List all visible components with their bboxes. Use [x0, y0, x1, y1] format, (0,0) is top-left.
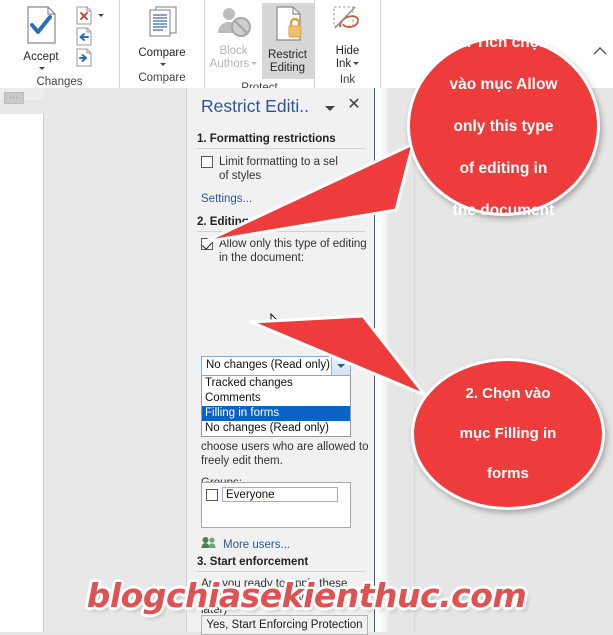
callout-2-bubble: 2. Chọn vào mục Filling in forms: [411, 358, 605, 510]
everyone-checkbox[interactable]: [206, 488, 218, 501]
restrict-editing-label-line1: Restrict: [268, 49, 307, 61]
restrict-editing-label-line2: Editing: [269, 62, 306, 74]
block-authors-label-line2: Authors: [209, 58, 250, 70]
restrict-editing-icon: [270, 5, 306, 47]
callout-1-line-1: 1. Tích chọn: [458, 33, 549, 51]
callout-2-line-2: mục Filling in: [459, 425, 557, 442]
accept-dropdown-caret-icon[interactable]: [37, 64, 45, 73]
start-enforcing-protection-button[interactable]: Yes, Start Enforcing Protection: [201, 615, 368, 635]
dropdown-option-no-changes[interactable]: No changes (Read only): [202, 421, 350, 436]
changes-small-buttons: [75, 3, 104, 67]
collapse-ribbon-chevron-icon[interactable]: [593, 44, 607, 59]
callout-1-bubble: 1. Tích chọn vào mục Allow only this typ…: [407, 34, 600, 219]
exceptions-desc-line2: freely edit them.: [201, 455, 283, 467]
hide-ink-label-line1: Hide: [335, 45, 360, 57]
start-enforcement-heading: 3. Start enforcement: [197, 556, 365, 572]
groups-listbox[interactable]: Everyone: [201, 482, 351, 528]
previous-change-button[interactable]: [75, 26, 104, 46]
compare-button-label: Compare: [138, 47, 186, 59]
callout-2-text: 2. Chọn vào mục Filling in forms: [432, 384, 585, 484]
watermark: blogchiasekienthuc.com: [86, 576, 527, 615]
compare-documents-icon: [145, 5, 179, 45]
callout-1-line-3: only this type: [453, 117, 554, 135]
ribbon-group-compare-title: Compare: [138, 72, 186, 84]
callout-2-tail: [245, 300, 445, 420]
callout-1-text: 1. Tích chọn vào mục Allow only this typ…: [422, 32, 586, 221]
page-title: Restrict Editi..: [201, 96, 309, 116]
restrict-editing-button[interactable]: Restrict Editing: [261, 3, 314, 79]
more-users-link[interactable]: More users...: [201, 536, 290, 554]
hide-ink-icon: [329, 5, 367, 43]
callout-1-line-2: vào mục Allow: [449, 75, 558, 93]
close-icon[interactable]: ✕: [345, 96, 363, 114]
hide-ink-caret-icon: [353, 62, 360, 66]
accept-button-label: Accept: [23, 51, 59, 63]
more-users-label: More users...: [223, 539, 291, 551]
ribbon-group-protect: Block Authors Restrict Editing: [205, 0, 315, 94]
ribbon-group-compare: Compare Compare: [120, 0, 205, 88]
users-icon: [201, 536, 217, 554]
accept-change-icon: [23, 5, 59, 49]
previous-change-icon: [76, 27, 92, 45]
block-authors-caret-icon: [251, 62, 258, 66]
callout-1-line-5: the document: [452, 201, 555, 219]
document-page[interactable]: [0, 114, 44, 632]
group-row-everyone[interactable]: Everyone: [206, 487, 338, 502]
pane-options-chevron-icon[interactable]: [325, 106, 335, 111]
reject-change-icon: [76, 6, 92, 24]
reject-change-button[interactable]: [75, 5, 104, 25]
pane-header: Restrict Editi.. ✕: [187, 88, 375, 130]
reject-dropdown-caret-icon[interactable]: [98, 13, 104, 17]
everyone-label: Everyone: [222, 487, 338, 502]
next-change-icon: [76, 48, 92, 66]
callout-1-line-4: of editing in: [459, 159, 548, 177]
ribbon-group-ink: Hide Ink Ink: [315, 0, 381, 88]
compare-button[interactable]: Compare: [126, 3, 198, 69]
block-authors-label-line1: Block: [219, 45, 248, 57]
document-gutter: [44, 88, 194, 632]
hide-ink-button[interactable]: Hide Ink: [319, 3, 377, 71]
next-change-button[interactable]: [75, 47, 104, 67]
block-authors-button: Block Authors: [206, 3, 262, 71]
allow-only-editing-label-line2: in the document:: [219, 252, 305, 264]
hide-ink-label-line2: Ink: [335, 58, 352, 70]
callout-2-line-1: 2. Chọn vào: [465, 385, 551, 402]
callout-2-line-3: forms: [487, 465, 529, 482]
tab-stop-marker[interactable]: ···: [4, 92, 24, 104]
accept-button[interactable]: Accept: [15, 3, 67, 73]
callout-1-tail: [198, 140, 428, 250]
exceptions-desc-line1: choose users who are allowed to: [201, 441, 369, 453]
block-authors-icon: [214, 5, 254, 43]
compare-dropdown-caret-icon[interactable]: [158, 60, 166, 69]
ribbon-group-changes: Accept Changes: [0, 0, 120, 88]
